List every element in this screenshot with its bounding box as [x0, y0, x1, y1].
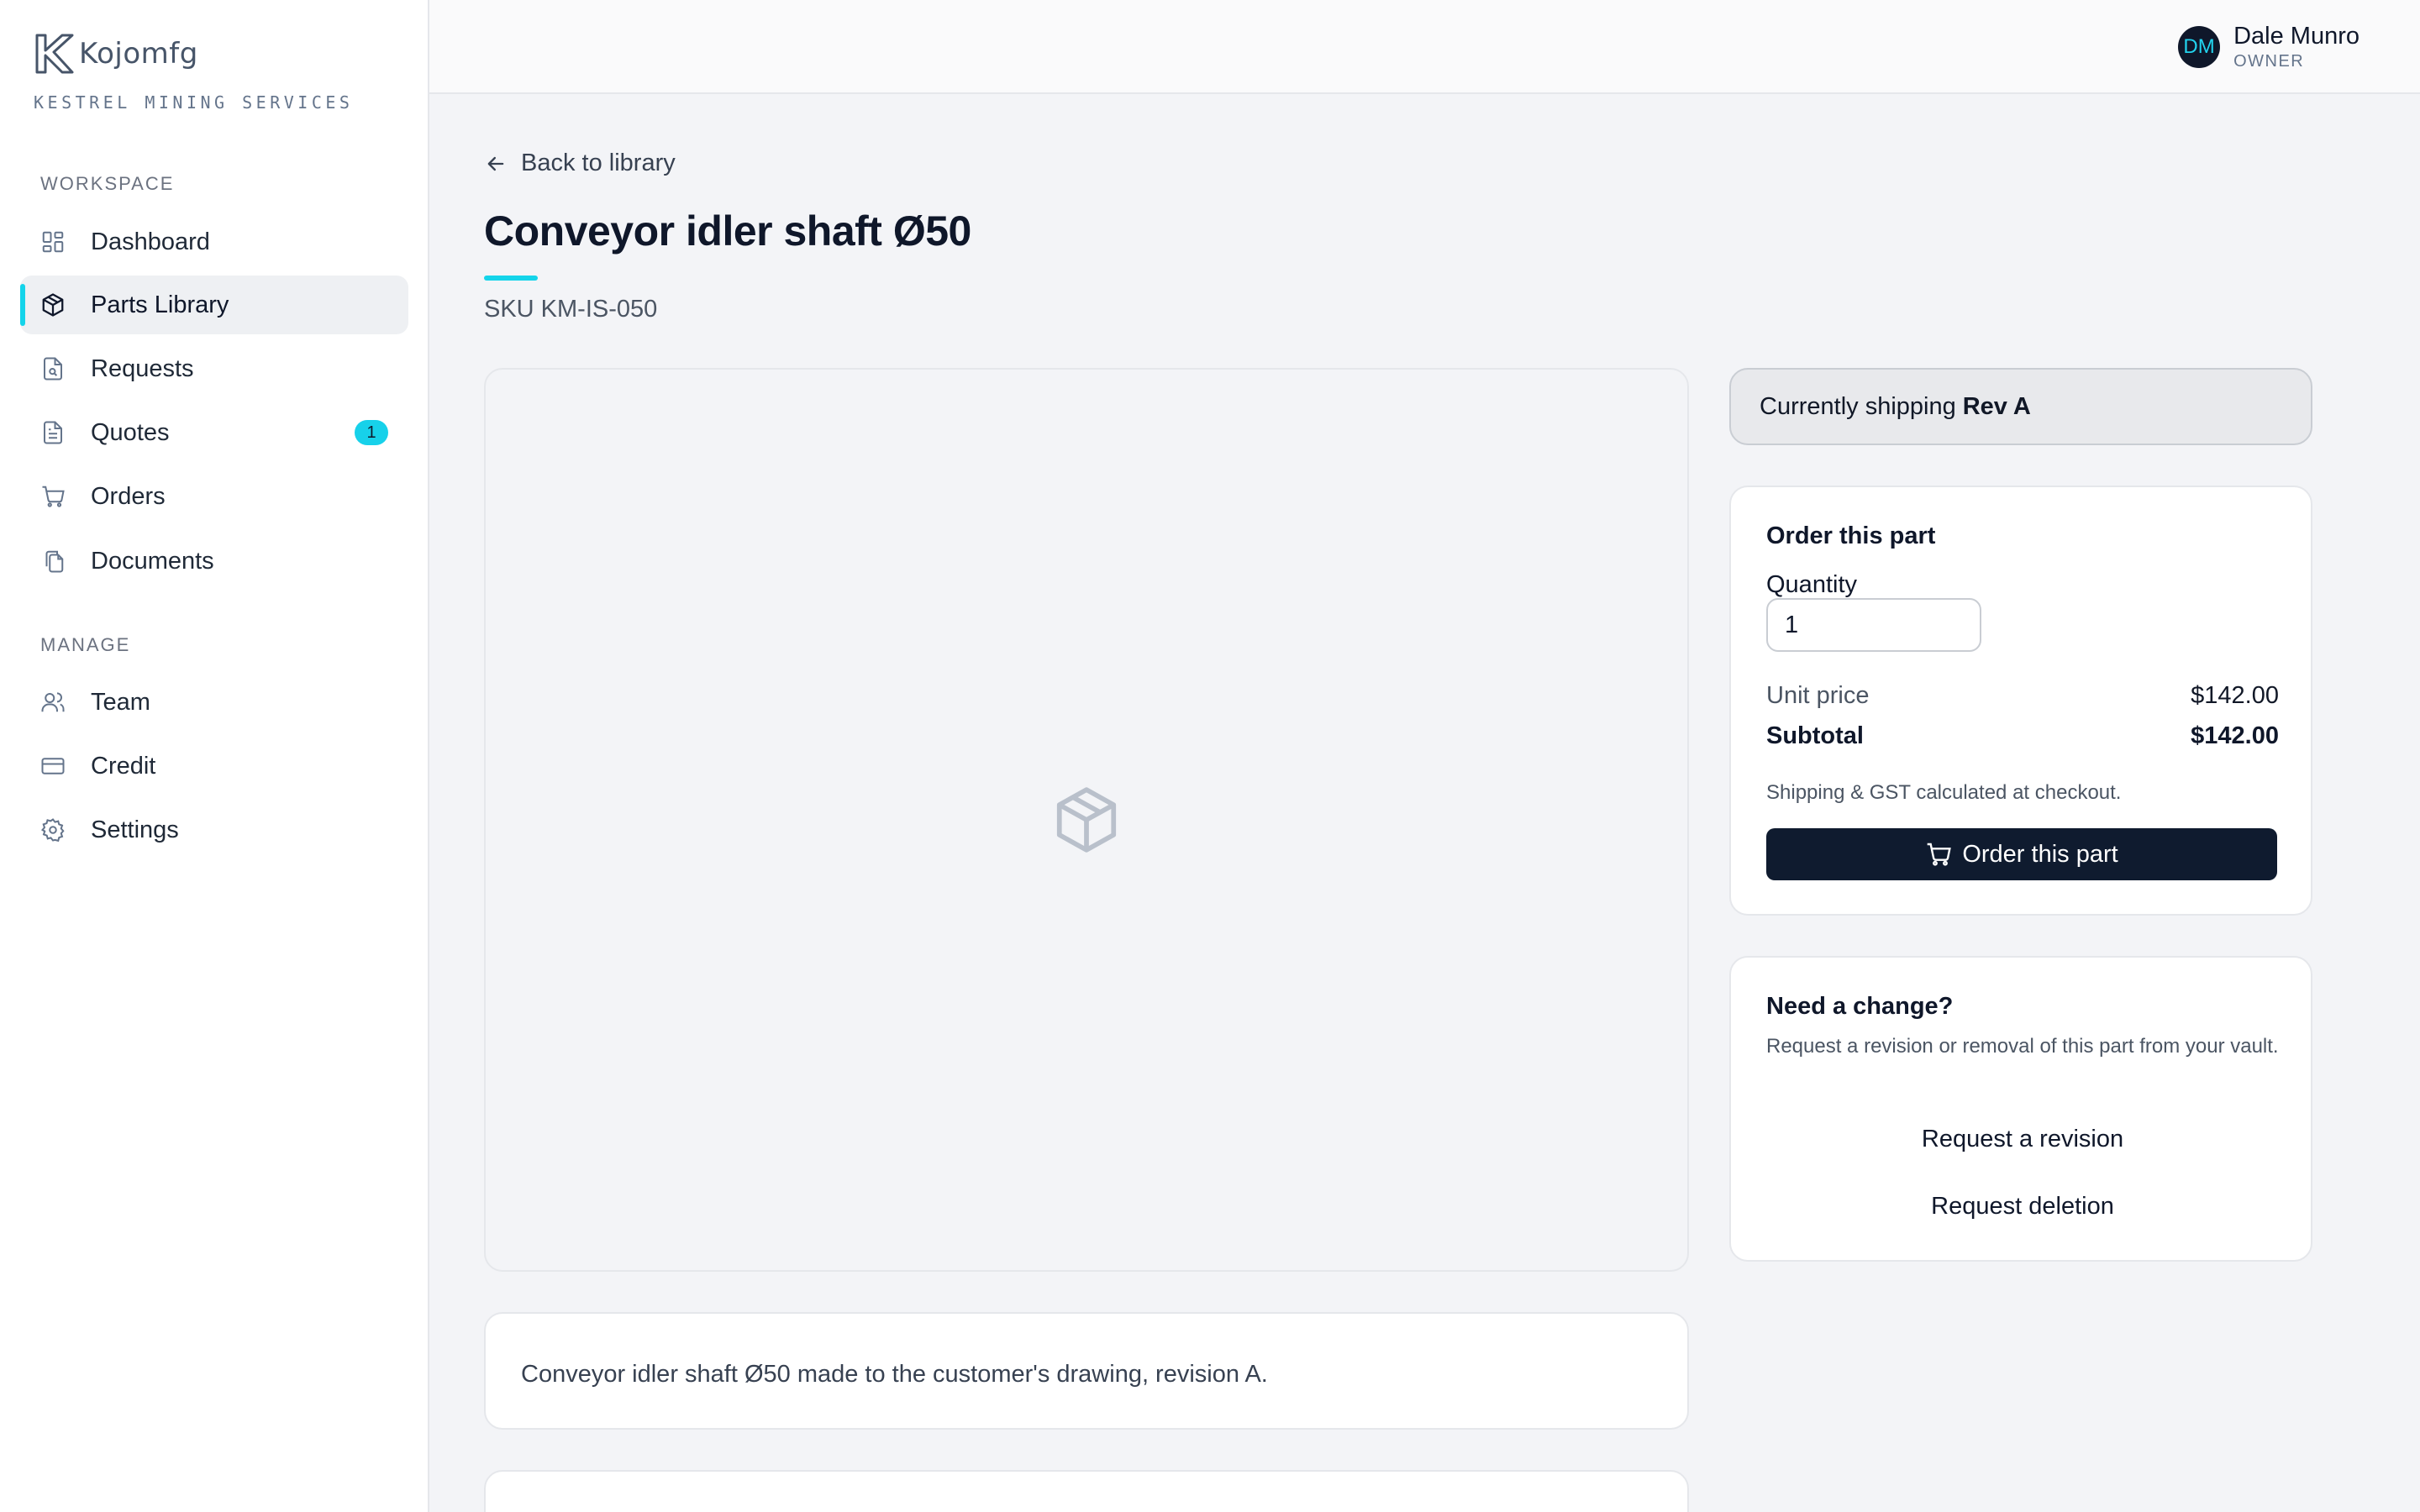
users-icon	[41, 692, 65, 712]
sidebar-item-team[interactable]: Team	[20, 673, 408, 732]
box-icon	[1056, 787, 1117, 853]
sidebar-item-label: Settings	[91, 816, 179, 843]
page-title: Conveyor idler shaft Ø50	[484, 207, 971, 255]
unit-price-row: Unit price $142.00	[1766, 682, 2279, 710]
shipping-prefix: Currently shipping	[1760, 392, 1956, 420]
credit-card-icon	[41, 758, 65, 774]
back-to-library-link[interactable]: Back to library	[484, 150, 676, 177]
nav-section-manage: MANAGE	[40, 634, 131, 655]
request-deletion-button[interactable]: Request deletion	[1766, 1183, 2279, 1230]
topbar: DM Dale Munro OWNER	[429, 0, 2420, 94]
box-icon	[42, 293, 64, 317]
sidebar-item-documents[interactable]: Documents	[20, 532, 408, 591]
subtotal-value: $142.00	[2191, 722, 2279, 749]
nav-section-workspace: WORKSPACE	[40, 173, 175, 194]
order-button-label: Order this part	[1962, 840, 2118, 868]
order-card: Order this part Quantity Unit price $142…	[1729, 486, 2312, 916]
unit-price-label: Unit price	[1766, 682, 1870, 709]
change-request-card: Need a change? Request a revision or rem…	[1729, 956, 2312, 1262]
cart-icon	[42, 486, 65, 507]
order-card-title: Order this part	[1766, 522, 1936, 549]
sidebar: Kojomfg KESTREL MINING SERVICES WORKSPAC…	[0, 0, 429, 1512]
back-link-label: Back to library	[521, 150, 676, 176]
title-accent-bar	[484, 276, 538, 281]
sidebar-item-credit[interactable]: Credit	[20, 737, 408, 795]
sidebar-item-dashboard[interactable]: Dashboard	[20, 213, 408, 271]
sidebar-item-label: Dashboard	[91, 228, 210, 255]
user-name: Dale Munro	[2233, 23, 2360, 50]
part-image-placeholder	[484, 368, 1689, 1272]
quotes-count-badge: 1	[355, 420, 388, 445]
part-sku: SKU KM-IS-050	[484, 296, 658, 323]
sidebar-item-label: Quotes	[91, 418, 170, 446]
sidebar-item-requests[interactable]: Requests	[20, 339, 408, 398]
file-search-icon	[44, 357, 62, 381]
shipping-revision-banner: Currently shipping Rev A	[1729, 368, 2312, 445]
files-icon	[45, 550, 64, 573]
sidebar-item-label: Credit	[91, 752, 156, 780]
avatar: DM	[2178, 26, 2221, 68]
unit-price-value: $142.00	[2191, 682, 2279, 709]
sidebar-item-label: Documents	[91, 547, 214, 575]
cart-icon	[1927, 843, 1952, 866]
description-card: Conveyor idler shaft Ø50 made to the cus…	[484, 1312, 1689, 1430]
sidebar-item-label: Orders	[91, 482, 166, 510]
change-card-description: Request a revision or removal of this pa…	[1766, 1035, 2279, 1058]
brand-name: Kojomfg	[79, 37, 198, 71]
subtotal-label: Subtotal	[1766, 722, 1864, 749]
shipping-revision: Rev A	[1962, 392, 2031, 420]
brand-subtitle: KESTREL MINING SERVICES	[34, 92, 354, 113]
change-card-title: Need a change?	[1766, 993, 1954, 1020]
sidebar-item-orders[interactable]: Orders	[20, 467, 408, 526]
sidebar-item-settings[interactable]: Settings	[20, 801, 408, 859]
sidebar-item-parts-library[interactable]: Parts Library	[20, 276, 408, 334]
part-description: Conveyor idler shaft Ø50 made to the cus…	[521, 1361, 1268, 1388]
subtotal-row: Subtotal $142.00	[1766, 722, 2279, 750]
user-menu[interactable]: DM Dale Munro OWNER	[2178, 22, 2360, 72]
gear-icon	[40, 818, 65, 843]
order-this-part-button[interactable]: Order this part	[1766, 828, 2277, 880]
sidebar-item-quotes[interactable]: Quotes 1	[20, 403, 408, 462]
checkout-note: Shipping & GST calculated at checkout.	[1766, 781, 2122, 804]
quantity-input[interactable]	[1766, 598, 1981, 652]
sidebar-item-label: Parts Library	[91, 291, 229, 318]
details-card	[484, 1470, 1689, 1512]
user-role: OWNER	[2233, 52, 2305, 71]
document-icon	[44, 421, 62, 444]
arrow-left-icon	[487, 156, 504, 171]
sidebar-item-label: Requests	[91, 354, 194, 382]
dashboard-icon	[42, 231, 64, 253]
request-revision-button[interactable]: Request a revision	[1766, 1116, 2279, 1163]
sidebar-item-label: Team	[91, 688, 150, 716]
kojomfg-logo-icon	[35, 34, 74, 74]
brand[interactable]: Kojomfg	[34, 32, 198, 76]
quantity-label: Quantity	[1766, 571, 1857, 598]
